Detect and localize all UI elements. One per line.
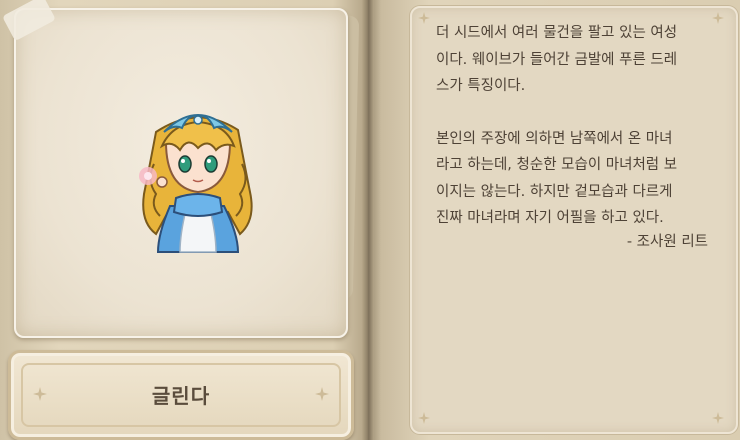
corner-sparkle-icon <box>418 412 430 424</box>
description-paragraph-2: 본인의 주장에 의하면 남쪽에서 온 마녀 라고 하는데, 청순한 모습이 마녀… <box>436 126 722 232</box>
description-paragraph-1: 더 시드에서 여러 물건을 팔고 있는 여성 이다. 웨이브가 들어간 금발에 … <box>436 20 722 100</box>
description-line: 본인의 주장에 의하면 남쪽에서 온 마녀 <box>436 130 673 147</box>
character-description: 더 시드에서 여러 물건을 팔고 있는 여성 이다. 웨이브가 들어간 금발에 … <box>436 20 722 232</box>
glinda-portrait-icon <box>139 114 253 253</box>
description-line: 스가 특징이다. <box>436 78 526 94</box>
book-spine <box>362 0 374 440</box>
description-line: 더 시드에서 여러 물건을 팔고 있는 여성 <box>436 25 678 41</box>
portrait-card <box>14 8 348 338</box>
author-signature: - 조사원 리트 <box>626 234 708 250</box>
character-name-plate: 글린다 <box>8 350 354 440</box>
sparkle-right-icon <box>315 387 329 401</box>
description-line: 라고 하는데, 청순한 모습이 마녀처럼 보 <box>436 157 678 173</box>
description-line: 이다. 웨이브가 들어간 금발에 푸른 드레 <box>436 51 678 68</box>
description-line: 진짜 마녀라며 자기 어필을 하고 있다. <box>436 210 664 226</box>
corner-sparkle-icon <box>418 12 430 24</box>
corner-sparkle-icon <box>712 412 724 424</box>
character-name: 글린다 <box>151 384 211 408</box>
description-line: 이지는 않는다. 하지만 겉모습과 다르게 <box>436 183 673 200</box>
